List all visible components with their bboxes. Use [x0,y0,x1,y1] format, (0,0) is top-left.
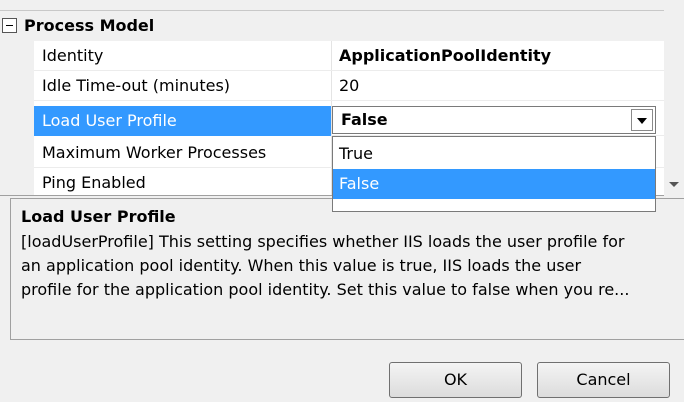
dropdown-option-true[interactable]: True [333,139,655,169]
property-row-identity[interactable]: Identity ApplicationPoolIdentity [34,41,664,71]
vertical-scrollbar[interactable] [664,10,684,196]
option-label: False [339,174,380,193]
load-user-profile-dropdown[interactable]: False [332,106,656,134]
option-label: True [339,144,373,163]
ok-button[interactable]: OK [389,362,522,398]
property-name: Identity [42,46,104,65]
property-row-idle-timeout[interactable]: Idle Time-out (minutes) 20 [34,71,664,101]
description-panel: Load User Profile [loadUserProfile] This… [10,198,684,340]
chevron-down-icon [637,118,647,124]
category-row-process-model[interactable]: Process Model [0,11,664,41]
dropdown-toggle-button[interactable] [631,109,653,131]
dropdown-current-value: False [341,110,388,129]
property-value: ApplicationPoolIdentity [339,46,552,65]
property-value: 20 [339,76,360,95]
property-name: Idle Time-out (minutes) [42,76,231,95]
category-label: Process Model [24,16,155,35]
description-text: [loadUserProfile] This setting specifies… [21,232,630,299]
property-name: Ping Enabled [42,173,146,192]
cancel-button[interactable]: Cancel [537,362,670,398]
collapse-toggle-icon[interactable] [2,18,17,33]
scrollbar-thumb[interactable] [667,10,681,160]
scroll-down-arrow-icon[interactable] [669,182,679,187]
dropdown-option-false[interactable]: False [333,169,655,199]
property-name: Load User Profile [42,111,177,130]
dropdown-options-list: True False [332,136,656,212]
property-name: Maximum Worker Processes [42,143,267,162]
